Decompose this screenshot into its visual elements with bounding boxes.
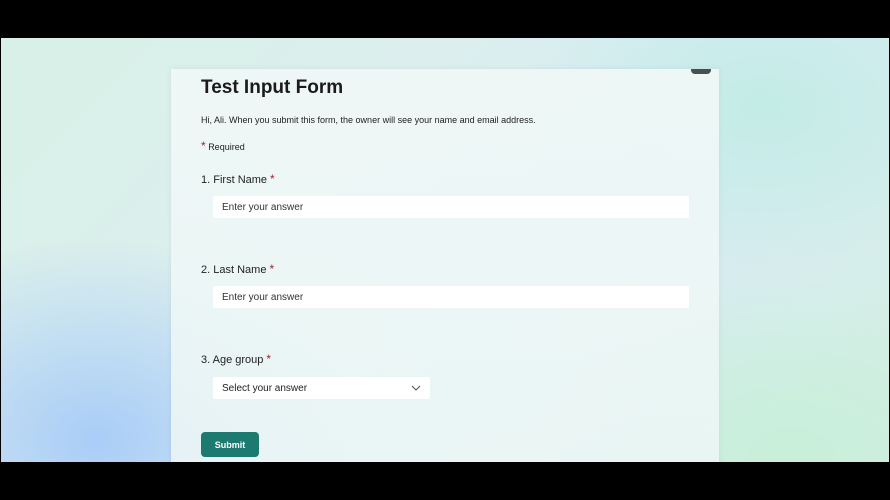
last-name-input[interactable] — [213, 286, 689, 308]
required-asterisk: * — [201, 139, 206, 153]
select-placeholder: Select your answer — [222, 382, 308, 394]
form-description: Hi, Ali. When you submit this form, the … — [201, 115, 536, 125]
question-text: Age group — [212, 354, 264, 366]
chevron-down-icon — [411, 385, 421, 391]
age-group-select[interactable]: Select your answer — [213, 377, 430, 399]
question-text: Last Name — [213, 264, 267, 276]
form-title: Test Input Form — [201, 77, 344, 98]
question-first-name-label: 1. First Name * — [201, 172, 275, 186]
question-number: 2. — [201, 264, 211, 276]
question-last-name-label: 2. Last Name * — [201, 262, 274, 276]
required-label: Required — [208, 142, 245, 152]
submit-button[interactable]: Submit — [201, 432, 259, 457]
question-age-group-label: 3. Age group * — [201, 352, 271, 366]
form-card: Test Input Form Hi, Ali. When you submit… — [171, 69, 719, 462]
first-name-input[interactable] — [213, 196, 689, 218]
question-number: 3. — [201, 354, 211, 366]
question-text: First Name — [213, 174, 268, 186]
question-number: 1. — [201, 174, 211, 186]
required-asterisk: * — [269, 262, 275, 276]
page-background: Test Input Form Hi, Ali. When you submit… — [1, 38, 889, 462]
required-note: * Required — [201, 139, 245, 153]
required-asterisk: * — [266, 352, 272, 366]
scroll-handle[interactable] — [691, 69, 711, 74]
required-asterisk: * — [270, 172, 275, 186]
